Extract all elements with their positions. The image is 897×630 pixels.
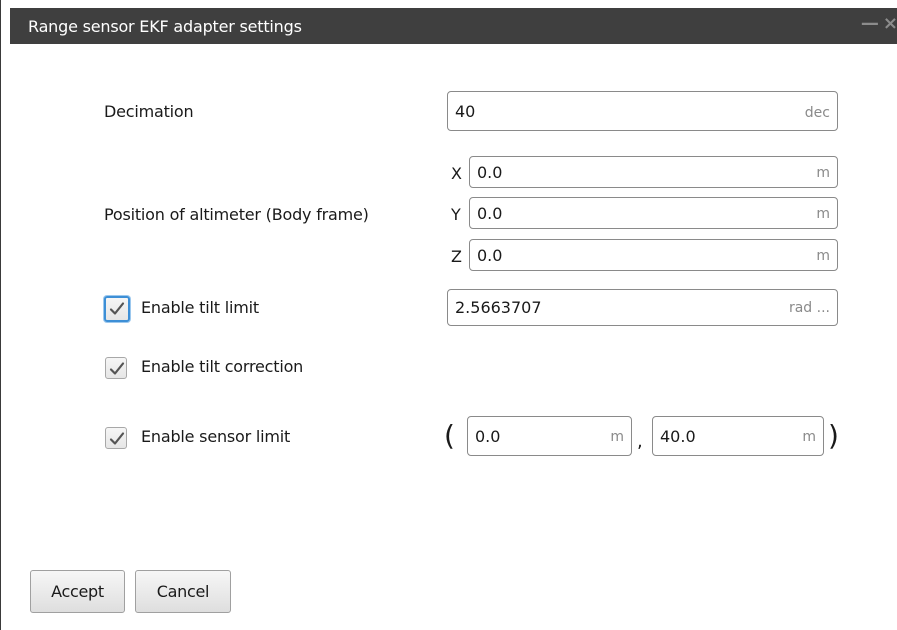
position-x-unit: m <box>816 165 830 181</box>
decimation-label: Decimation <box>104 102 194 121</box>
position-z-input[interactable]: 0.0 m <box>469 239 838 271</box>
tilt-limit-input[interactable]: 2.5663707 rad ... <box>447 289 838 326</box>
decimation-input[interactable]: 40 dec <box>447 91 838 131</box>
settings-dialog: Range sensor EKF adapter settings — × Dec… <box>0 0 897 630</box>
position-x-axis-label: X <box>451 164 462 183</box>
tilt-limit-checkbox[interactable] <box>104 296 130 322</box>
decimation-value: 40 <box>455 102 476 121</box>
tilt-limit-label[interactable]: Enable tilt limit <box>141 298 259 317</box>
sensor-min-unit: m <box>610 429 624 445</box>
sensor-max-input[interactable]: 40.0 m <box>652 416 824 456</box>
close-paren: ) <box>828 419 839 452</box>
position-y-value: 0.0 <box>477 204 503 223</box>
tilt-correction-label[interactable]: Enable tilt correction <box>141 357 303 376</box>
cancel-button[interactable]: Cancel <box>135 570 231 613</box>
accept-button[interactable]: Accept <box>30 570 125 613</box>
window-controls: — × <box>857 13 897 34</box>
checkmark-icon <box>109 302 125 315</box>
open-paren: ( <box>444 419 455 452</box>
position-label: Position of altimeter (Body frame) <box>104 205 369 224</box>
position-z-value: 0.0 <box>477 246 503 265</box>
position-x-input[interactable]: 0.0 m <box>469 156 838 188</box>
sensor-limit-label[interactable]: Enable sensor limit <box>141 427 290 446</box>
tilt-limit-unit: rad ... <box>788 300 830 316</box>
tilt-correction-checkbox[interactable] <box>105 357 127 379</box>
position-z-axis-label: Z <box>451 247 462 266</box>
sensor-max-value: 40.0 <box>660 427 696 446</box>
position-x-value: 0.0 <box>477 163 503 182</box>
sensor-min-value: 0.0 <box>475 427 501 446</box>
sensor-limit-checkbox[interactable] <box>105 427 127 449</box>
range-separator: , <box>637 431 643 452</box>
position-y-input[interactable]: 0.0 m <box>469 197 838 229</box>
title-bar[interactable]: Range sensor EKF adapter settings — × <box>10 8 897 44</box>
sensor-min-input[interactable]: 0.0 m <box>467 416 632 456</box>
minimize-icon[interactable]: — <box>861 13 879 34</box>
checkmark-icon <box>109 432 125 445</box>
tilt-limit-value: 2.5663707 <box>455 298 542 317</box>
checkmark-icon <box>109 362 125 375</box>
position-y-axis-label: Y <box>451 205 461 224</box>
position-y-unit: m <box>816 206 830 222</box>
position-z-unit: m <box>816 248 830 264</box>
close-icon[interactable]: × <box>883 13 897 34</box>
sensor-max-unit: m <box>802 429 816 445</box>
window-title: Range sensor EKF adapter settings <box>28 17 302 36</box>
decimation-unit: dec <box>804 105 830 121</box>
